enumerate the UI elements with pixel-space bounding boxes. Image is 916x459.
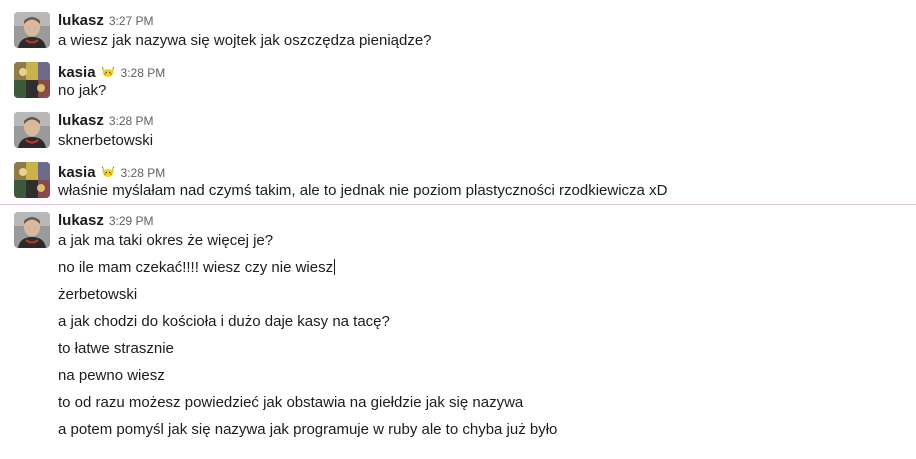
message-text: a jak ma taki okres że więcej je? bbox=[58, 232, 274, 249]
lukasz-avatar[interactable] bbox=[14, 112, 50, 148]
lukasz-avatar[interactable] bbox=[14, 212, 50, 248]
new-messages-divider bbox=[0, 204, 916, 205]
author-name[interactable]: lukasz bbox=[58, 12, 104, 29]
message-timestamp[interactable]: 3:28 PM bbox=[121, 66, 166, 80]
continuation-message: to od razu możesz powiedzieć jak obstawi… bbox=[58, 394, 524, 411]
message-text: właśnie myślałam nad czymś takim, ale to… bbox=[58, 182, 668, 199]
pikachu-icon bbox=[100, 62, 116, 83]
message-timestamp[interactable]: 3:28 PM bbox=[109, 114, 154, 128]
message-timestamp[interactable]: 3:28 PM bbox=[121, 166, 166, 180]
author-name[interactable]: lukasz bbox=[58, 212, 104, 229]
author-name[interactable]: kasia bbox=[58, 64, 96, 81]
continuation-message: no ile mam czekać!!!! wiesz czy nie wies… bbox=[58, 259, 336, 276]
message-text: no ile mam czekać!!!! wiesz czy nie wies… bbox=[58, 259, 334, 276]
message-text: a wiesz jak nazywa się wojtek jak oszczę… bbox=[58, 32, 432, 49]
kasia-avatar[interactable] bbox=[14, 162, 50, 198]
message-timestamp[interactable]: 3:27 PM bbox=[109, 14, 154, 28]
author-name[interactable]: kasia bbox=[58, 164, 96, 181]
kasia-avatar[interactable] bbox=[14, 62, 50, 98]
text-cursor bbox=[334, 259, 336, 275]
lukasz-avatar[interactable] bbox=[14, 12, 50, 48]
continuation-message: a jak chodzi do kościoła i dużo daje kas… bbox=[58, 313, 390, 330]
continuation-message: a potem pomyśl jak się nazywa jak progra… bbox=[58, 421, 558, 438]
pikachu-icon bbox=[100, 162, 116, 183]
continuation-message: żerbetowski bbox=[58, 286, 138, 303]
message-text: sknerbetowski bbox=[58, 132, 154, 149]
author-name[interactable]: lukasz bbox=[58, 112, 104, 129]
continuation-message: to łatwe strasznie bbox=[58, 340, 174, 357]
continuation-message: na pewno wiesz bbox=[58, 367, 165, 384]
message-text: no jak? bbox=[58, 82, 107, 99]
message-timestamp[interactable]: 3:29 PM bbox=[109, 214, 154, 228]
